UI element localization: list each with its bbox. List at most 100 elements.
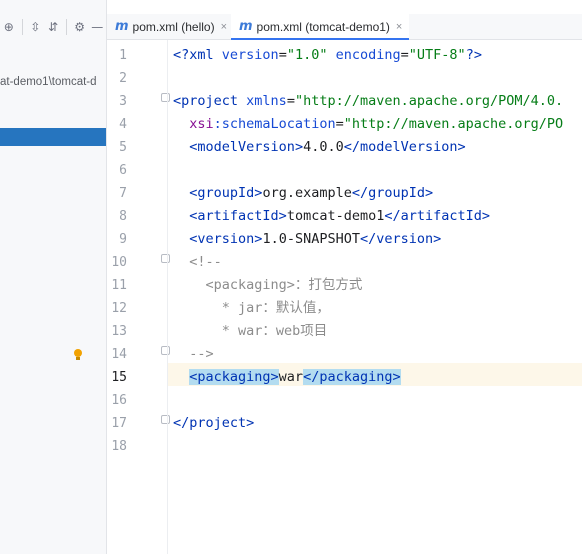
code-token: war bbox=[278, 369, 304, 385]
code-token: ?> bbox=[465, 47, 482, 63]
code-line[interactable]: <?xml version="1.0" encoding="UTF-8"?> bbox=[173, 44, 482, 67]
line-number[interactable]: 2 bbox=[107, 67, 127, 90]
code-token: "http://maven.apache.org/POM/4.0. bbox=[294, 93, 564, 109]
project-panel: ⊕ ⇳ ⇵ ⚙ — at-demo1\tomcat-d bbox=[0, 0, 107, 554]
code-token: version bbox=[197, 231, 255, 247]
line-number[interactable]: 5 bbox=[107, 136, 127, 159]
line-number[interactable]: 6 bbox=[107, 159, 127, 182]
code-token: </ bbox=[173, 415, 190, 431]
code-token: < bbox=[173, 231, 198, 247]
tab-pom-tomcat-demo1[interactable]: m pom.xml (tomcat-demo1) × bbox=[231, 14, 409, 40]
code-line[interactable]: <!-- bbox=[173, 251, 222, 274]
minimize-icon[interactable]: — bbox=[88, 16, 106, 38]
code-line[interactable]: --> bbox=[173, 343, 213, 366]
code-token: </packaging> bbox=[303, 369, 401, 385]
code-token: tomcat-demo1 bbox=[286, 208, 385, 224]
gutter-separator bbox=[167, 40, 168, 554]
code-line[interactable]: <packaging>：打包方式 bbox=[173, 274, 363, 297]
code-line[interactable]: xsi:schemaLocation="http://maven.apache.… bbox=[173, 113, 563, 136]
code-editor[interactable]: <?xml version="1.0" encoding="UTF-8"?> <p… bbox=[173, 40, 582, 554]
line-number[interactable]: 12 bbox=[107, 297, 127, 320]
line-number[interactable]: 8 bbox=[107, 205, 127, 228]
maven-file-icon: m bbox=[115, 19, 129, 34]
code-token: > bbox=[425, 185, 434, 201]
code-token: = bbox=[278, 47, 287, 63]
code-token: < bbox=[173, 185, 198, 201]
line-number[interactable]: 16 bbox=[107, 389, 127, 412]
fold-comment-end-icon[interactable] bbox=[161, 346, 170, 355]
line-number[interactable]: 15 bbox=[107, 366, 127, 389]
fold-project-icon[interactable] bbox=[161, 93, 170, 102]
lightbulb-icon[interactable] bbox=[74, 349, 82, 360]
selected-tree-item[interactable] bbox=[0, 128, 106, 146]
code-token: <? bbox=[173, 47, 190, 63]
code-token: > bbox=[433, 231, 442, 247]
target-icon[interactable]: ⊕ bbox=[0, 16, 18, 38]
fold-project-end-icon[interactable] bbox=[161, 415, 170, 424]
code-line[interactable]: <artifactId>tomcat-demo1</artifactId> bbox=[173, 205, 490, 228]
code-line[interactable]: * jar：默认值， bbox=[173, 297, 330, 320]
project-toolbar: ⊕ ⇳ ⇵ ⚙ — bbox=[0, 14, 106, 40]
code-token: "1.0" bbox=[286, 47, 328, 63]
code-token: > bbox=[246, 415, 255, 431]
project-root-path[interactable]: at-demo1\tomcat-d bbox=[0, 76, 97, 88]
code-line[interactable]: <modelVersion>4.0.0</modelVersion> bbox=[173, 136, 465, 159]
code-line[interactable]: <version>1.0-SNAPSHOT</version> bbox=[173, 228, 441, 251]
code-token: version bbox=[221, 47, 279, 63]
code-token: * jar：默认值， bbox=[173, 300, 330, 316]
code-token: artifactId bbox=[197, 208, 279, 224]
code-token: </ bbox=[351, 185, 369, 201]
fold-comment-icon[interactable] bbox=[161, 254, 170, 263]
line-number[interactable]: 9 bbox=[107, 228, 127, 251]
code-token: project bbox=[189, 415, 247, 431]
code-token: <packaging>：打包方式 bbox=[173, 277, 363, 293]
code-token: 1.0-SNAPSHOT bbox=[262, 231, 360, 247]
code-token: groupId bbox=[368, 185, 426, 201]
code-token: modelVersion bbox=[197, 139, 295, 155]
line-number-gutter[interactable]: 1 2 3 4 5 6 7 8 9 10 11 12 13 14 15 16 17 18 bbox=[107, 40, 170, 554]
code-token: groupId bbox=[197, 185, 255, 201]
code-token: xsi bbox=[189, 116, 214, 132]
code-token: = bbox=[400, 47, 409, 63]
toolbar-divider bbox=[65, 19, 67, 35]
line-number[interactable]: 18 bbox=[107, 435, 127, 458]
line-number[interactable]: 3 bbox=[107, 90, 127, 113]
line-number[interactable]: 14 bbox=[107, 343, 127, 366]
line-number[interactable]: 17 bbox=[107, 412, 127, 435]
close-icon[interactable]: × bbox=[221, 21, 227, 33]
expand-all-icon[interactable]: ⇳ bbox=[27, 16, 45, 38]
code-token: <!-- bbox=[173, 254, 222, 270]
code-token: encoding bbox=[335, 47, 401, 63]
code-line[interactable]: <packaging>war</packaging> bbox=[173, 366, 401, 389]
code-token: < bbox=[173, 139, 198, 155]
code-token: artifactId bbox=[400, 208, 482, 224]
collapse-all-icon[interactable]: ⇵ bbox=[44, 16, 62, 38]
gear-icon[interactable]: ⚙ bbox=[71, 16, 89, 38]
code-token: project bbox=[181, 93, 247, 109]
line-number[interactable]: 13 bbox=[107, 320, 127, 343]
line-number[interactable]: 4 bbox=[107, 113, 127, 136]
line-number[interactable]: 11 bbox=[107, 274, 127, 297]
line-number[interactable]: 1 bbox=[107, 44, 127, 67]
code-line[interactable]: <groupId>org.example</groupId> bbox=[173, 182, 433, 205]
editor-tab-bar: m pom.xml (hello) × m pom.xml (tomcat-de… bbox=[107, 14, 582, 40]
line-number[interactable]: 7 bbox=[107, 182, 127, 205]
code-token: < bbox=[173, 93, 182, 109]
line-number[interactable]: 10 bbox=[107, 251, 127, 274]
code-line[interactable]: * war：web项目 bbox=[173, 320, 328, 343]
code-token: </ bbox=[359, 231, 377, 247]
close-icon[interactable]: × bbox=[396, 21, 402, 33]
tab-pom-hello[interactable]: m pom.xml (hello) × bbox=[107, 14, 231, 39]
code-line[interactable]: </project> bbox=[173, 412, 254, 435]
code-token: :schemaLocation bbox=[213, 116, 336, 132]
code-token: > bbox=[481, 208, 491, 224]
code-token: xml bbox=[189, 47, 222, 63]
code-token: < bbox=[173, 208, 198, 224]
toolbar-divider bbox=[21, 19, 23, 35]
code-line[interactable]: <project xmlns="http://maven.apache.org/… bbox=[173, 90, 563, 113]
code-token: > bbox=[278, 208, 287, 224]
code-token: modelVersion bbox=[359, 139, 458, 155]
code-token: "http://maven.apache.org/PO bbox=[343, 116, 564, 132]
